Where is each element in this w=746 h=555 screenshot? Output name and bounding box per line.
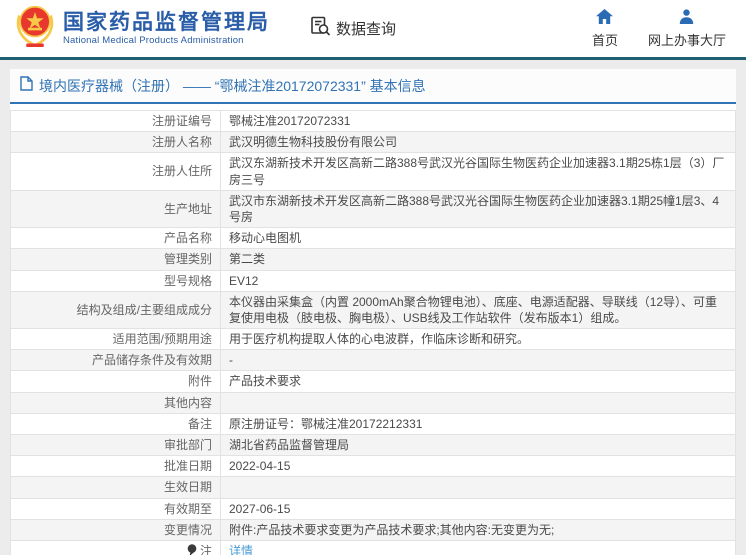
registration-info-table: 注册证编号 鄂械注准20172072331 注册人名称 武汉明德生物科技股份有限公司注… — [10, 109, 736, 555]
header-nav: 首页 网上办事大厅 — [591, 8, 730, 49]
page-title-bar: 境内医疗器械（注册） —— “鄂械注准20172072331” 基本信息 — [10, 69, 736, 104]
table-row: 型号规格 EV12 — [10, 269, 736, 292]
table-row: 审批部门 湖北省药品监督管理局 — [10, 433, 736, 457]
agency-logo[interactable]: 国家药品监督管理局 National Medical Products Admi… — [14, 3, 270, 54]
agency-name-en: National Medical Products Administration — [63, 35, 244, 47]
document-icon — [20, 76, 33, 96]
row-value: 用于医疗机构提取人体的心电波群，作临床诊断和研究。 — [220, 328, 736, 351]
table-row: 注详情 — [10, 539, 736, 555]
national-emblem-icon — [14, 3, 56, 54]
table-row: 结构及组成/主要组成成分 本仪器由采集盒（内置 2000mAh聚合物锂电池）、底座… — [10, 290, 736, 330]
row-label: 审批部门 — [10, 433, 221, 457]
table-row: 注册人名称 武汉明德生物科技股份有限公司 — [10, 131, 736, 154]
row-label: 注册证编号 — [10, 109, 221, 133]
agency-name: 国家药品监督管理局 National Medical Products Admi… — [63, 11, 270, 46]
row-value: 鄂械注准20172072331 — [220, 109, 736, 133]
row-label: 生产地址 — [10, 189, 221, 229]
nav-service-hall[interactable]: 网上办事大厅 — [647, 8, 726, 49]
row-label: 有效期至 — [10, 497, 221, 520]
data-query-link[interactable]: 数据查询 — [310, 16, 396, 41]
table-row: 适用范围/预期用途 用于医疗机构提取人体的心电波群，作临床诊断和研究。 — [10, 328, 736, 351]
row-value: - — [220, 349, 736, 372]
row-value: 原注册证号：鄂械注准20172212331 — [220, 412, 736, 436]
row-label: 其他内容 — [10, 391, 221, 414]
agency-name-cn: 国家药品监督管理局 — [63, 10, 270, 34]
row-label: 附件 — [10, 370, 221, 393]
person-icon — [679, 8, 694, 27]
table-row: 变更情况 附件:产品技术要求变更为产品技术要求;其他内容:无变更为无; — [10, 518, 736, 541]
row-label: 管理类别 — [10, 248, 221, 271]
row-label: 适用范围/预期用途 — [10, 328, 221, 351]
row-value: 详情 — [220, 539, 736, 555]
detail-link[interactable]: 详情 — [229, 544, 253, 555]
row-value: 武汉明德生物科技股份有限公司 — [220, 131, 736, 154]
row-label: 结构及组成/主要组成成分 — [10, 290, 221, 330]
table-row: 有效期至 2027-06-15 — [10, 497, 736, 520]
row-value: 武汉市东湖新技术开发区高新二路388号武汉光谷国际生物医药企业加速器3.1期25… — [220, 189, 736, 229]
row-value: 产品技术要求 — [220, 370, 736, 393]
row-label: 生效日期 — [10, 476, 221, 499]
home-icon — [596, 8, 614, 27]
data-query-label: 数据查询 — [336, 21, 397, 38]
table-row: 备注 原注册证号：鄂械注准20172212331 — [10, 412, 736, 436]
table-row: 生效日期 — [10, 476, 736, 499]
row-value: 2027-06-15 — [220, 497, 736, 520]
table-row: 管理类别 第二类 — [10, 248, 736, 271]
nav-home[interactable]: 首页 — [591, 8, 618, 49]
table-row: 批准日期 2022-04-15 — [10, 455, 736, 478]
table-row: 其他内容 — [10, 391, 736, 414]
row-value: 附件:产品技术要求变更为产品技术要求;其他内容:无变更为无; — [220, 518, 736, 541]
row-value: 武汉东湖新技术开发区高新二路388号武汉光谷国际生物医药企业加速器3.1期25栋… — [220, 152, 736, 191]
table-row: 注册证编号 鄂械注准20172072331 — [10, 109, 736, 133]
row-value — [220, 391, 736, 414]
row-label: 注册人名称 — [10, 131, 221, 154]
row-value: 湖北省药品监督管理局 — [220, 433, 736, 457]
row-value: EV12 — [220, 269, 736, 292]
row-value: 移动心电图机 — [220, 227, 736, 250]
content-panel: 境内医疗器械（注册） —— “鄂械注准20172072331” 基本信息 注册证… — [10, 69, 736, 555]
row-value: 2022-04-15 — [220, 455, 736, 478]
row-label: 注册人住所 — [10, 152, 221, 191]
document-search-icon — [310, 16, 331, 41]
site-header: 国家药品监督管理局 National Medical Products Admi… — [0, 0, 746, 57]
row-label: 型号规格 — [10, 269, 221, 292]
table-row: 注册人住所 武汉东湖新技术开发区高新二路388号武汉光谷国际生物医药企业加速器3.… — [10, 152, 736, 191]
row-label: 批准日期 — [10, 455, 221, 478]
table-row: 产品储存条件及有效期 - — [10, 349, 736, 372]
row-label: 产品储存条件及有效期 — [10, 349, 221, 372]
row-value: 本仪器由采集盒（内置 2000mAh聚合物锂电池）、底座、电源适配器、导联线（1… — [220, 290, 736, 330]
row-label: 产品名称 — [10, 227, 221, 250]
table-row: 生产地址 武汉市东湖新技术开发区高新二路388号武汉光谷国际生物医药企业加速器3.… — [10, 189, 736, 229]
info-table-body: 注册证编号 鄂械注准20172072331 注册人名称 武汉明德生物科技股份有限公司注… — [10, 109, 736, 555]
table-row: 附件 产品技术要求 — [10, 370, 736, 393]
page-title: 境内医疗器械（注册） —— “鄂械注准20172072331” 基本信息 — [39, 78, 426, 94]
page-background: 境内医疗器械（注册） —— “鄂械注准20172072331” 基本信息 注册证… — [0, 60, 746, 555]
row-value — [220, 476, 736, 499]
nav-home-label: 首页 — [591, 32, 618, 48]
table-row: 产品名称 移动心电图机 — [10, 227, 736, 250]
row-label: 变更情况 — [10, 518, 221, 541]
nav-service-hall-label: 网上办事大厅 — [647, 32, 726, 48]
note-icon — [187, 544, 197, 555]
row-value: 第二类 — [220, 248, 736, 271]
row-label: 注 — [10, 539, 221, 555]
registration-info-table-wrap: 注册证编号 鄂械注准20172072331 注册人名称 武汉明德生物科技股份有限公司注… — [10, 104, 736, 555]
row-label: 备注 — [10, 412, 221, 436]
